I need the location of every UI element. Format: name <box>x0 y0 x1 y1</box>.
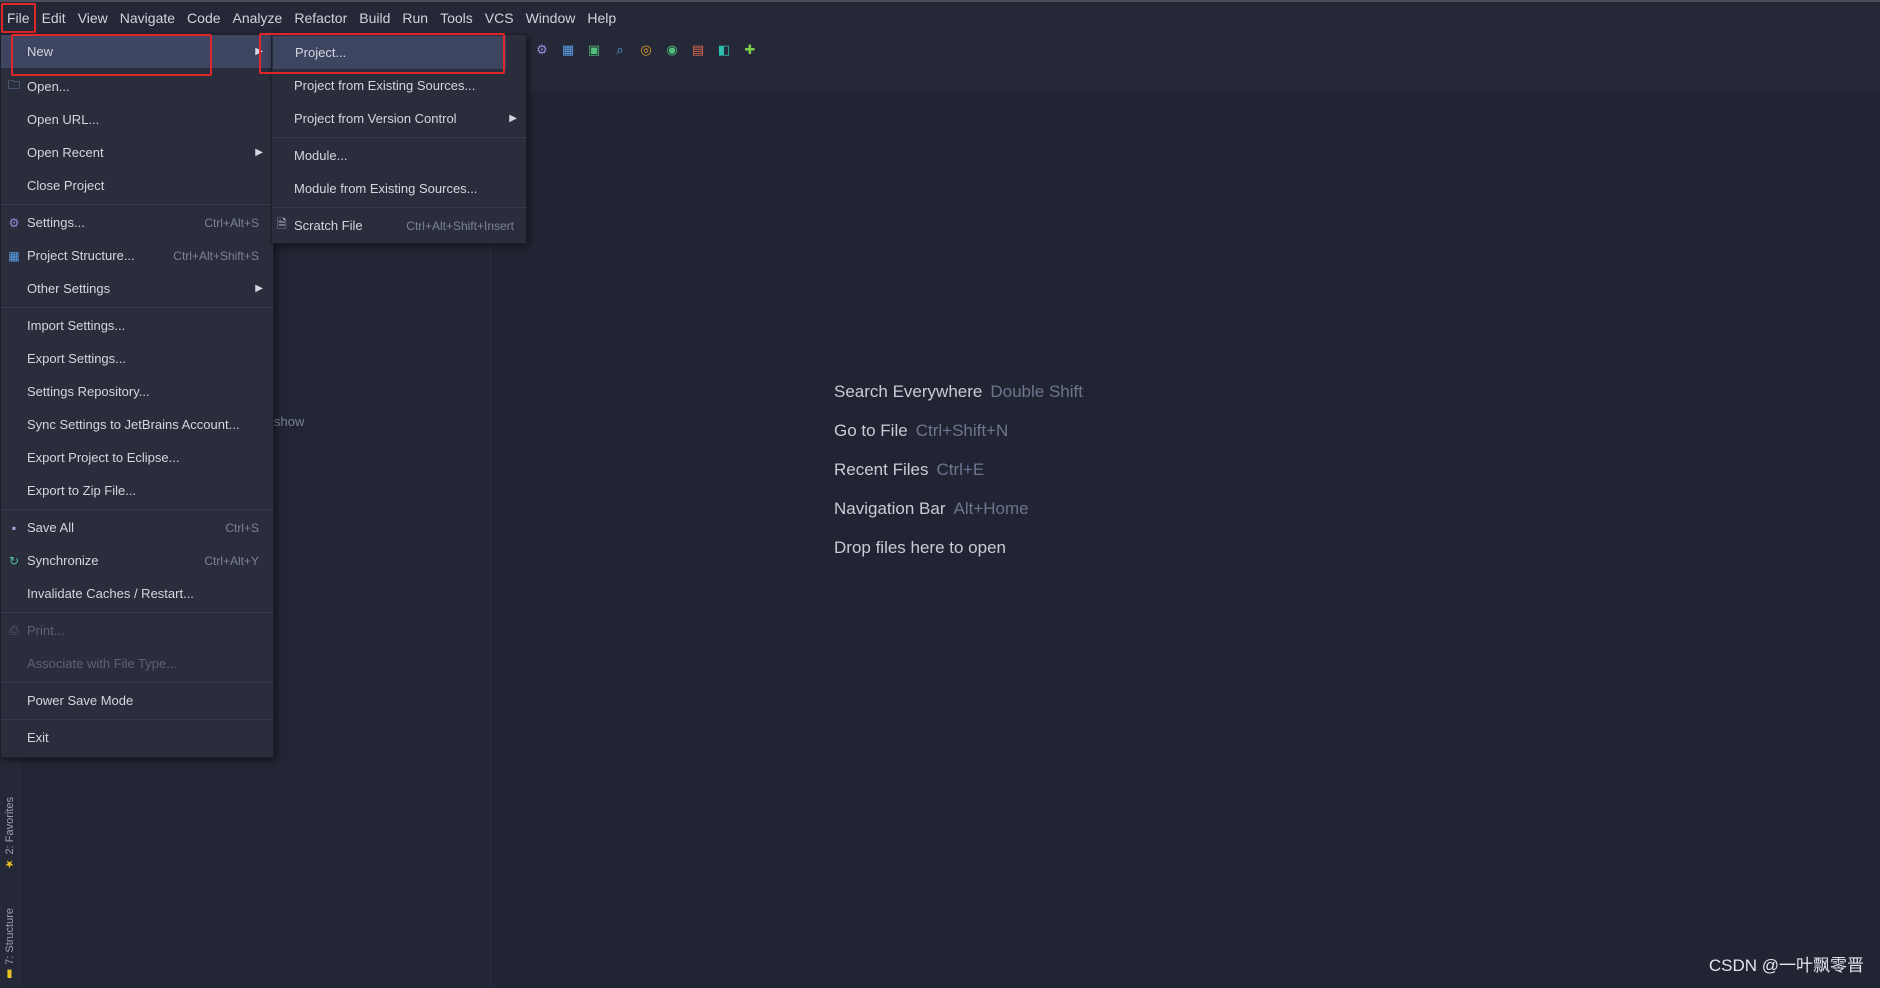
profiler-icon[interactable]: ◉ <box>664 42 680 58</box>
menu-item-open-url[interactable]: Open URL... <box>1 103 273 136</box>
menu-file[interactable]: File <box>1 3 36 33</box>
structure-tab[interactable]: ▮ 7: Structure <box>3 908 16 981</box>
menu-item-print: ⎙ Print... <box>1 614 273 647</box>
menu-item-export-eclipse[interactable]: Export Project to Eclipse... <box>1 441 273 474</box>
sync-icon: ↻ <box>8 553 20 568</box>
plugin-icon[interactable]: ✚ <box>742 42 758 58</box>
editor-hints: Search Everywhere Double Shift Go to File… <box>834 381 1083 576</box>
menu-view[interactable]: View <box>72 4 114 32</box>
favorites-tab[interactable]: ★ 2: Favorites <box>3 797 16 871</box>
submenu-item-scratch-file[interactable]: 🗎 Scratch File Ctrl+Alt+Shift+Insert <box>272 209 526 242</box>
settings-gear-icon[interactable]: ⚙ <box>534 42 550 58</box>
menu-build[interactable]: Build <box>353 4 396 32</box>
submenu-item-module-existing-sources[interactable]: Module from Existing Sources... <box>272 172 526 205</box>
target-icon[interactable]: ◎ <box>638 42 654 58</box>
hint-navigation-bar: Navigation Bar Alt+Home <box>834 499 1029 518</box>
toolbar-icons: ⚙ ▦ ▣ ⌕ ◎ ◉ ▤ ◧ ✚ <box>534 42 758 58</box>
watermark: CSDN @一叶飘零晋 <box>1708 956 1864 975</box>
menu-code[interactable]: Code <box>181 4 226 32</box>
menu-edit[interactable]: Edit <box>36 4 72 32</box>
menu-item-exit[interactable]: Exit <box>1 721 273 754</box>
grid-icon: ▦ <box>8 248 20 263</box>
menu-navigate[interactable]: Navigate <box>114 4 181 32</box>
menu-analyze[interactable]: Analyze <box>227 4 289 32</box>
menu-item-synchronize[interactable]: ↻ Synchronize Ctrl+Alt+Y <box>1 544 273 577</box>
save-icon: ▪ <box>11 520 17 535</box>
submenu-arrow-icon: ▶ <box>255 147 263 158</box>
menu-item-power-save-mode[interactable]: Power Save Mode <box>1 684 273 717</box>
menu-help[interactable]: Help <box>581 4 622 32</box>
terminal-icon[interactable]: ▣ <box>586 42 602 58</box>
menu-item-open-recent[interactable]: Open Recent ▶ <box>1 136 273 169</box>
menu-separator <box>272 207 526 208</box>
menu-separator <box>1 307 273 308</box>
hint-search-everywhere: Search Everywhere Double Shift <box>834 382 1083 401</box>
menu-item-export-settings[interactable]: Export Settings... <box>1 342 273 375</box>
menu-separator <box>1 612 273 613</box>
menu-separator <box>1 509 273 510</box>
menu-item-import-settings[interactable]: Import Settings... <box>1 309 273 342</box>
project-panel-hint: show <box>274 414 305 429</box>
submenu-item-module[interactable]: Module... <box>272 139 526 172</box>
hint-go-to-file: Go to File Ctrl+Shift+N <box>834 421 1009 440</box>
submenu-arrow-icon: ▶ <box>509 113 517 124</box>
search-icon[interactable]: ⌕ <box>612 42 628 58</box>
gear-icon: ⚙ <box>8 215 20 230</box>
project-structure-icon[interactable]: ▦ <box>560 42 576 58</box>
menu-item-save-all[interactable]: ▪ Save All Ctrl+S <box>1 511 273 544</box>
editor-area <box>491 92 1880 988</box>
menu-bar: File Edit View Navigate Code Analyze Ref… <box>0 0 1880 34</box>
menu-separator <box>1 719 273 720</box>
scratch-file-icon: 🗎 <box>277 217 287 231</box>
menu-item-associate-file-type: Associate with File Type... <box>27 656 178 671</box>
menu-separator <box>272 137 526 138</box>
menu-item-project-structure[interactable]: ▦ Project Structure... Ctrl+Alt+Shift+S <box>1 239 273 272</box>
project-highlight-box <box>259 33 505 74</box>
menu-refactor[interactable]: Refactor <box>288 4 353 32</box>
hint-drop-files: Drop files here to open <box>834 538 1006 557</box>
menu-item-settings-repository[interactable]: Settings Repository... <box>1 375 273 408</box>
structure-icon: ▮ <box>4 967 16 981</box>
menu-item-sync-settings[interactable]: Sync Settings to JetBrains Account... <box>1 408 273 441</box>
menu-run[interactable]: Run <box>396 4 434 32</box>
file-menu: New ▶ 🗀 Open... Open URL... Open Recent … <box>0 34 274 758</box>
layout-icon[interactable]: ▤ <box>690 42 706 58</box>
star-icon: ★ <box>4 857 16 871</box>
new-highlight-box <box>11 34 212 76</box>
menu-tools[interactable]: Tools <box>434 4 479 32</box>
menu-item-settings[interactable]: ⚙ Settings... Ctrl+Alt+S <box>1 206 273 239</box>
module-icon[interactable]: ◧ <box>716 42 732 58</box>
hint-recent-files: Recent Files Ctrl+E <box>834 460 985 479</box>
menu-separator <box>1 682 273 683</box>
menu-separator <box>1 204 273 205</box>
menu-window[interactable]: Window <box>520 4 582 32</box>
menu-item-other-settings[interactable]: Other Settings ▶ <box>1 272 273 305</box>
menu-item-invalidate-caches[interactable]: Invalidate Caches / Restart... <box>1 577 273 610</box>
menu-vcs[interactable]: VCS <box>479 4 520 32</box>
submenu-item-project-vcs[interactable]: Project from Version Control ▶ <box>272 102 526 135</box>
folder-icon: 🗀 <box>7 78 20 92</box>
menu-item-close-project[interactable]: Close Project <box>1 169 273 202</box>
menu-item-export-zip[interactable]: Export to Zip File... <box>1 474 273 507</box>
submenu-arrow-icon: ▶ <box>255 283 263 294</box>
print-icon: ⎙ <box>9 623 19 637</box>
